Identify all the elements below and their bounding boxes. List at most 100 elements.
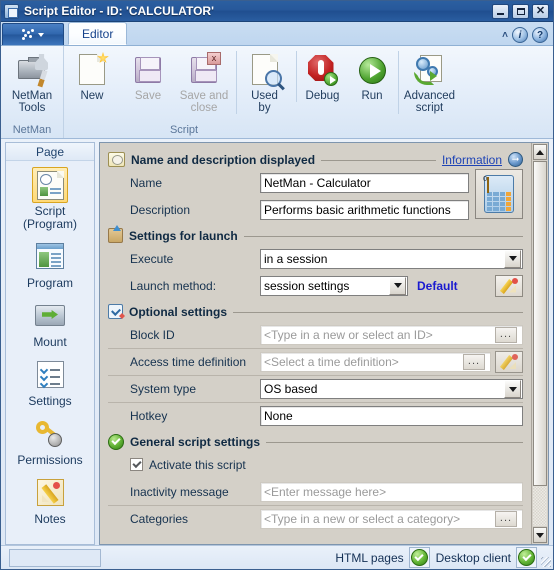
collapse-arrow-icon[interactable]: ➞ bbox=[508, 152, 523, 167]
scroll-down-button[interactable] bbox=[533, 527, 547, 543]
settings-icon bbox=[32, 357, 68, 393]
chevron-down-icon[interactable] bbox=[504, 249, 521, 268]
save-button[interactable]: Save bbox=[120, 51, 176, 102]
scrollbar-thumb[interactable] bbox=[533, 161, 547, 486]
status-right-panel: HTML pages Desktop client bbox=[335, 547, 549, 568]
used-by-icon bbox=[249, 54, 282, 87]
save-and-close-label-line1: Save and bbox=[179, 90, 229, 102]
calculator-icon bbox=[484, 175, 514, 213]
close-button[interactable]: ✕ bbox=[532, 3, 549, 19]
block-id-input[interactable]: <Type in a new or select an ID> ... bbox=[260, 324, 523, 345]
launch-method-default-label: Default bbox=[417, 278, 458, 293]
description-input[interactable]: Performs basic arithmetic functions bbox=[260, 199, 469, 220]
scroll-up-button[interactable] bbox=[533, 144, 547, 160]
advanced-script-button[interactable]: Advanced script bbox=[398, 51, 460, 114]
label-access-time-definition: Access time definition bbox=[130, 355, 247, 369]
help-icon[interactable]: ? bbox=[532, 27, 548, 43]
sidebar-item-program[interactable]: Program bbox=[6, 239, 94, 290]
section-title-general-script-settings: General script settings bbox=[130, 434, 261, 449]
section-rule bbox=[266, 441, 523, 443]
row-inactivity-message: Inactivity message <Enter message here> bbox=[108, 478, 523, 505]
maximize-icon bbox=[516, 7, 525, 15]
launch-method-edit-button[interactable] bbox=[495, 274, 523, 297]
access-time-browse-button[interactable]: ... bbox=[463, 354, 485, 370]
notes-pencil-icon bbox=[32, 475, 68, 511]
vertical-scrollbar[interactable] bbox=[531, 143, 548, 544]
label-launch-method: Launch method: bbox=[130, 278, 217, 293]
sidebar-item-mount[interactable]: Mount bbox=[6, 298, 94, 349]
block-id-placeholder: <Type in a new or select an ID> bbox=[264, 327, 433, 342]
row-hotkey: Hotkey None bbox=[108, 402, 523, 429]
page-sidebar: Page Script (Program) Program Mount Sett… bbox=[5, 142, 95, 545]
block-id-browse-button[interactable]: ... bbox=[495, 326, 517, 343]
netman-tools-button[interactable]: NetMan Tools bbox=[1, 51, 63, 114]
execute-value: in a session bbox=[264, 251, 328, 266]
launch-method-select[interactable]: session settings bbox=[260, 275, 408, 296]
field-block-id: <Type in a new or select an ID> ... bbox=[260, 324, 523, 345]
execute-select[interactable]: in a session bbox=[260, 248, 523, 269]
body-area: Page Script (Program) Program Mount Sett… bbox=[1, 139, 553, 545]
section-header-settings-for-launch: Settings for launch bbox=[108, 225, 523, 245]
sidebar-item-settings[interactable]: Settings bbox=[6, 357, 94, 408]
run-button[interactable]: Run bbox=[348, 51, 396, 102]
field-execute: in a session bbox=[260, 248, 523, 269]
row-block-id: Block ID <Type in a new or select an ID>… bbox=[108, 321, 523, 348]
section-optional-settings: Optional settings Block ID <Type in a ne… bbox=[108, 302, 523, 429]
activate-script-checkbox[interactable] bbox=[130, 458, 143, 471]
row-launch-method: Launch method: session settings Default bbox=[108, 272, 523, 299]
access-time-edit-button[interactable] bbox=[495, 351, 523, 373]
new-button[interactable]: New bbox=[64, 51, 120, 102]
collapse-ribbon-button[interactable]: ˄ bbox=[502, 30, 508, 41]
info-icon[interactable]: i bbox=[512, 27, 528, 43]
scrollbar-track[interactable] bbox=[533, 161, 547, 526]
row-system-type: System type OS based bbox=[108, 375, 523, 402]
access-time-placeholder: <Select a time definition> bbox=[264, 355, 399, 369]
application-menu-button[interactable] bbox=[2, 23, 64, 45]
system-type-value: OS based bbox=[264, 382, 318, 396]
mount-icon bbox=[32, 298, 68, 334]
save-and-close-button[interactable]: x Save and close bbox=[176, 51, 232, 114]
optional-settings-icon bbox=[108, 304, 123, 319]
section-header-general-script-settings: General script settings bbox=[108, 432, 523, 451]
netman-logo-icon bbox=[22, 29, 35, 40]
system-type-select[interactable]: OS based bbox=[260, 379, 523, 399]
row-description: Description Performs basic arithmetic fu… bbox=[108, 196, 469, 223]
categories-input[interactable]: <Type in a new or select a category> ... bbox=[260, 509, 523, 529]
section-title-name-description: Name and description displayed bbox=[131, 152, 316, 167]
access-time-input[interactable]: <Select a time definition> ... bbox=[260, 352, 491, 372]
resize-grip[interactable] bbox=[541, 557, 551, 567]
sidebar-label-program-paren: (Program) bbox=[22, 217, 77, 231]
name-input[interactable]: NetMan - Calculator bbox=[260, 172, 469, 193]
inactivity-message-input[interactable]: <Enter message here> bbox=[260, 481, 523, 502]
sidebar-item-permissions[interactable]: Permissions bbox=[6, 416, 94, 467]
editor-main-pane: Name and description displayed Informati… bbox=[99, 142, 549, 545]
categories-placeholder: <Type in a new or select a category> bbox=[264, 512, 461, 526]
section-rule bbox=[243, 235, 523, 237]
window-title: Script Editor - ID: 'CALCULATOR' bbox=[24, 4, 214, 18]
used-by-button[interactable]: Used by bbox=[236, 51, 292, 114]
categories-browse-button[interactable]: ... bbox=[495, 511, 517, 527]
tab-editor[interactable]: Editor bbox=[68, 22, 128, 45]
status-html-pages: HTML pages bbox=[335, 547, 430, 568]
minimize-button[interactable] bbox=[492, 3, 509, 19]
maximize-button[interactable] bbox=[512, 3, 529, 19]
row-name: Name NetMan - Calculator bbox=[108, 169, 469, 196]
debug-button[interactable]: Debug bbox=[296, 51, 348, 102]
sidebar-item-notes[interactable]: Notes bbox=[6, 475, 94, 526]
ribbon-tab-strip: Editor ˄ i ? bbox=[1, 22, 553, 46]
section-title-optional-settings: Optional settings bbox=[129, 304, 228, 319]
section-settings-for-launch: Settings for launch Execute in a session bbox=[108, 225, 523, 299]
chevron-down-icon[interactable] bbox=[389, 276, 406, 295]
sidebar-item-script-program[interactable]: Script (Program) bbox=[6, 167, 94, 231]
field-hotkey: None bbox=[260, 406, 523, 426]
used-by-label-line2: by bbox=[258, 102, 271, 114]
status-html-pages-label: HTML pages bbox=[335, 550, 404, 565]
advanced-script-label-line2: script bbox=[415, 102, 444, 114]
launch-method-value: session settings bbox=[264, 278, 350, 293]
information-link[interactable]: Information bbox=[442, 153, 502, 167]
calculator-icon-button[interactable] bbox=[475, 169, 523, 219]
chevron-down-icon[interactable] bbox=[504, 380, 521, 398]
label-name: Name bbox=[130, 175, 163, 190]
row-categories: Categories <Type in a new or select a ca… bbox=[108, 505, 523, 532]
hotkey-input[interactable]: None bbox=[260, 406, 523, 426]
